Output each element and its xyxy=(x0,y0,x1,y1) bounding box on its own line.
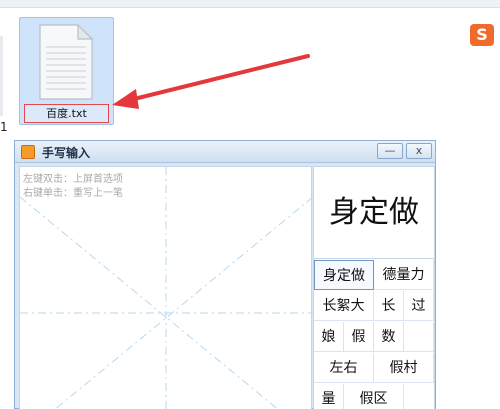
candidate-item[interactable]: 假 xyxy=(344,322,374,352)
sogou-ime-icon[interactable]: S xyxy=(470,24,494,46)
candidate-empty-cell xyxy=(404,322,434,352)
candidate-panel: 身定做 身定做 德量力 长絮大 长 过 娘 假 数 左右 假村 量 假区 xyxy=(313,166,435,409)
window-title: 手写输入 xyxy=(42,146,91,160)
candidate-item[interactable]: 量 xyxy=(314,384,344,409)
partial-file-label: 1 xyxy=(0,120,8,134)
window-top-bar xyxy=(0,0,500,8)
candidate-preview: 身定做 xyxy=(314,167,434,259)
handwriting-input-window: 手写输入 — x 左键双击：上屏首选项 右键单击：重写上一笔 身定做 身定做 德… xyxy=(14,140,436,409)
candidate-item[interactable]: 长 xyxy=(374,291,404,321)
candidate-item[interactable]: 数 xyxy=(374,322,404,352)
candidate-item[interactable]: 过 xyxy=(404,291,434,321)
candidate-item[interactable]: 德量力 xyxy=(374,260,434,290)
candidate-item[interactable]: 左右 xyxy=(314,353,374,383)
handwriting-canvas[interactable]: 左键双击：上屏首选项 右键单击：重写上一笔 xyxy=(19,166,313,409)
minimize-button[interactable]: — xyxy=(377,143,403,159)
candidate-item[interactable]: 假村 xyxy=(374,353,434,383)
candidate-item[interactable]: 长絮大 xyxy=(314,291,374,321)
pen-icon xyxy=(21,145,35,159)
candidate-item[interactable]: 娘 xyxy=(314,322,344,352)
partial-file-tile xyxy=(0,36,3,116)
file-item[interactable]: 百度.txt xyxy=(19,17,114,125)
candidate-item[interactable]: 假区 xyxy=(344,384,404,409)
close-button[interactable]: x xyxy=(406,143,432,159)
text-file-icon xyxy=(39,23,94,100)
title-bar[interactable]: 手写输入 — x xyxy=(15,141,435,163)
writing-guide-lines xyxy=(20,167,313,409)
candidate-item[interactable]: 身定做 xyxy=(314,260,374,290)
file-name-label[interactable]: 百度.txt xyxy=(24,104,109,123)
